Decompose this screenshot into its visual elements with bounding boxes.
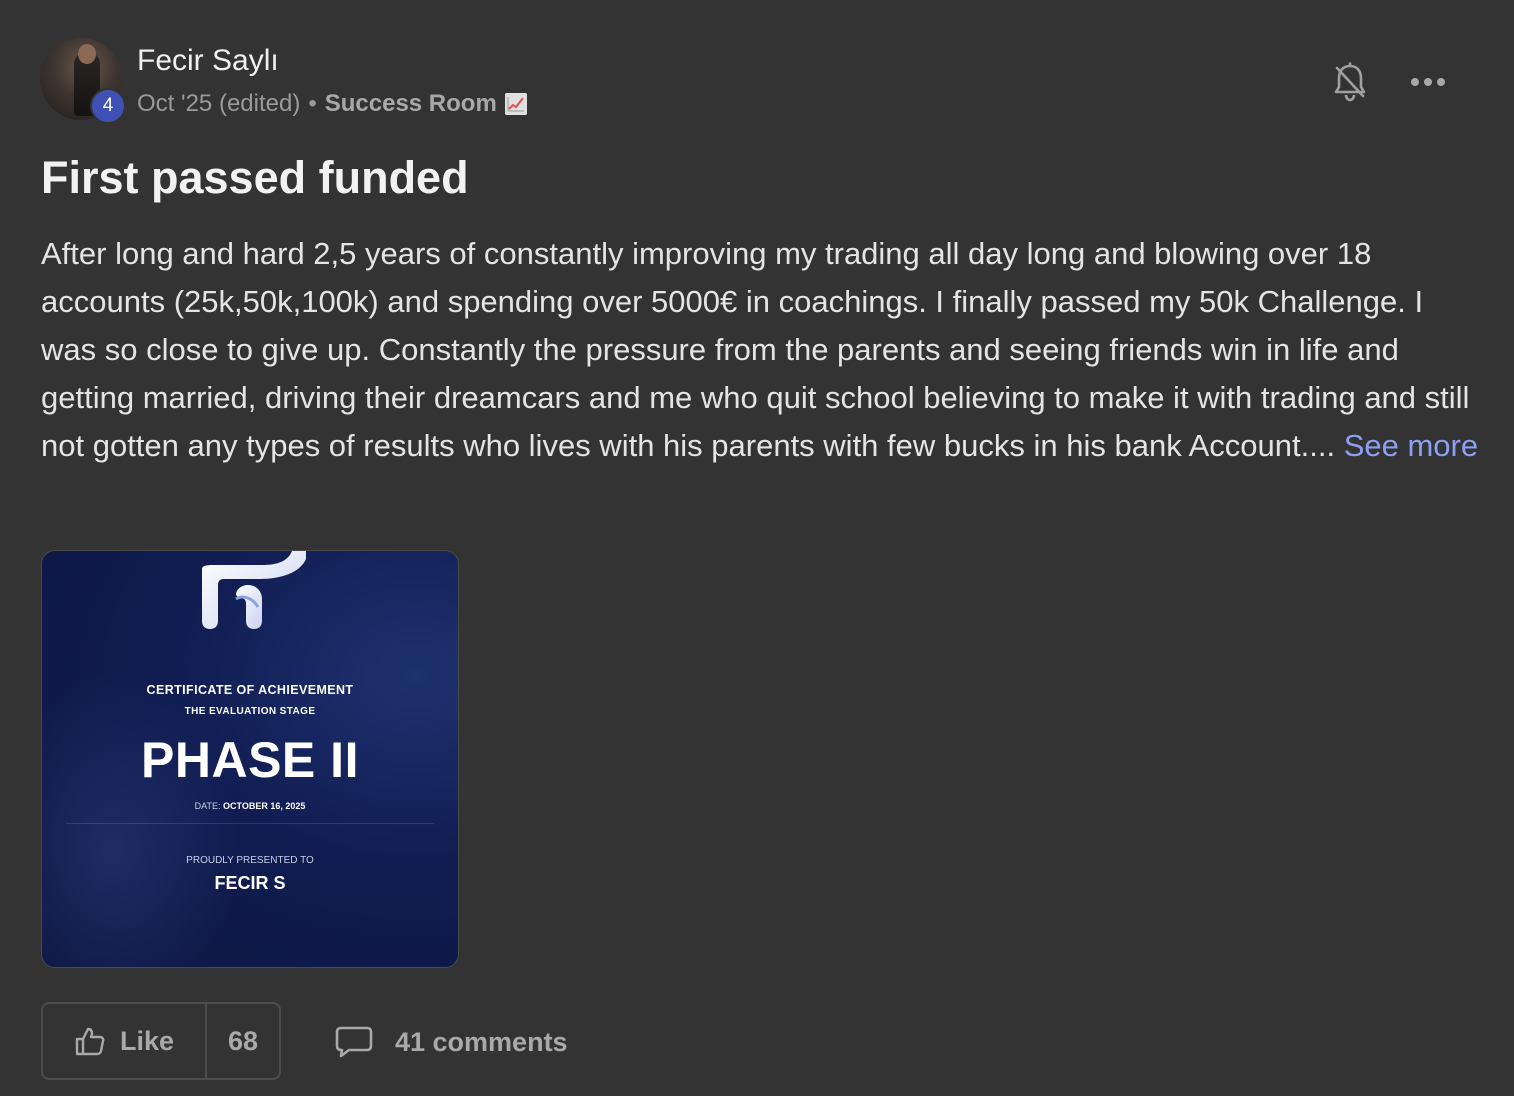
avatar-head (78, 44, 96, 64)
like-button[interactable]: Like (43, 1004, 207, 1078)
thumbs-up-icon (75, 1027, 105, 1056)
author-name[interactable]: Fecir Saylı (137, 44, 279, 78)
certificate-phase: PHASE II (141, 732, 359, 788)
author-avatar-wrap[interactable]: 4 (40, 38, 126, 124)
bell-off-icon (1334, 62, 1366, 102)
certificate-heading: CERTIFICATE OF ACHIEVEMENT (146, 683, 354, 697)
post-date[interactable]: Oct '25 (edited) (137, 90, 300, 118)
certificate-date-label: DATE: (194, 801, 221, 811)
see-more-link[interactable]: See more (1344, 428, 1478, 463)
post-card: 4 Fecir Saylı Oct '25 (edited) • Success… (0, 0, 1514, 1096)
certificate-presented-label: PROUDLY PRESENTED TO (186, 855, 314, 866)
comment-icon (335, 1026, 373, 1058)
comments-button[interactable]: 41 comments (335, 1020, 568, 1064)
chart-increasing-icon (504, 93, 527, 115)
notification-toggle-button[interactable] (1330, 60, 1370, 104)
certificate-date: DATE: OCTOBER 16, 2025 (42, 801, 458, 811)
post-title: First passed funded (41, 152, 469, 203)
more-options-button[interactable] (1408, 60, 1448, 104)
certificate-image[interactable]: CERTIFICATE OF ACHIEVEMENT THE EVALUATIO… (41, 550, 459, 968)
post-body-text: After long and hard 2,5 years of constan… (41, 236, 1470, 463)
header-actions (1330, 60, 1448, 104)
certificate-recipient: FECIR S (214, 873, 286, 893)
category-link[interactable]: Success Room (325, 90, 497, 118)
certificate-date-value: OCTOBER 16, 2025 (222, 801, 306, 811)
like-count[interactable]: 68 (207, 1004, 279, 1078)
meta-separator: • (308, 90, 317, 117)
post-body: After long and hard 2,5 years of constan… (41, 230, 1481, 470)
like-label: Like (119, 1025, 175, 1056)
comments-label: 41 comments (395, 1026, 568, 1057)
like-group: Like 68 (41, 1002, 281, 1080)
certificate-divider (66, 823, 434, 824)
level-badge: 4 (90, 88, 126, 124)
post-meta: Oct '25 (edited) • Success Room (137, 90, 527, 118)
certificate-logo (202, 551, 306, 629)
more-horizontal-icon (1411, 78, 1445, 86)
certificate-subheading: THE EVALUATION STAGE (184, 706, 316, 717)
